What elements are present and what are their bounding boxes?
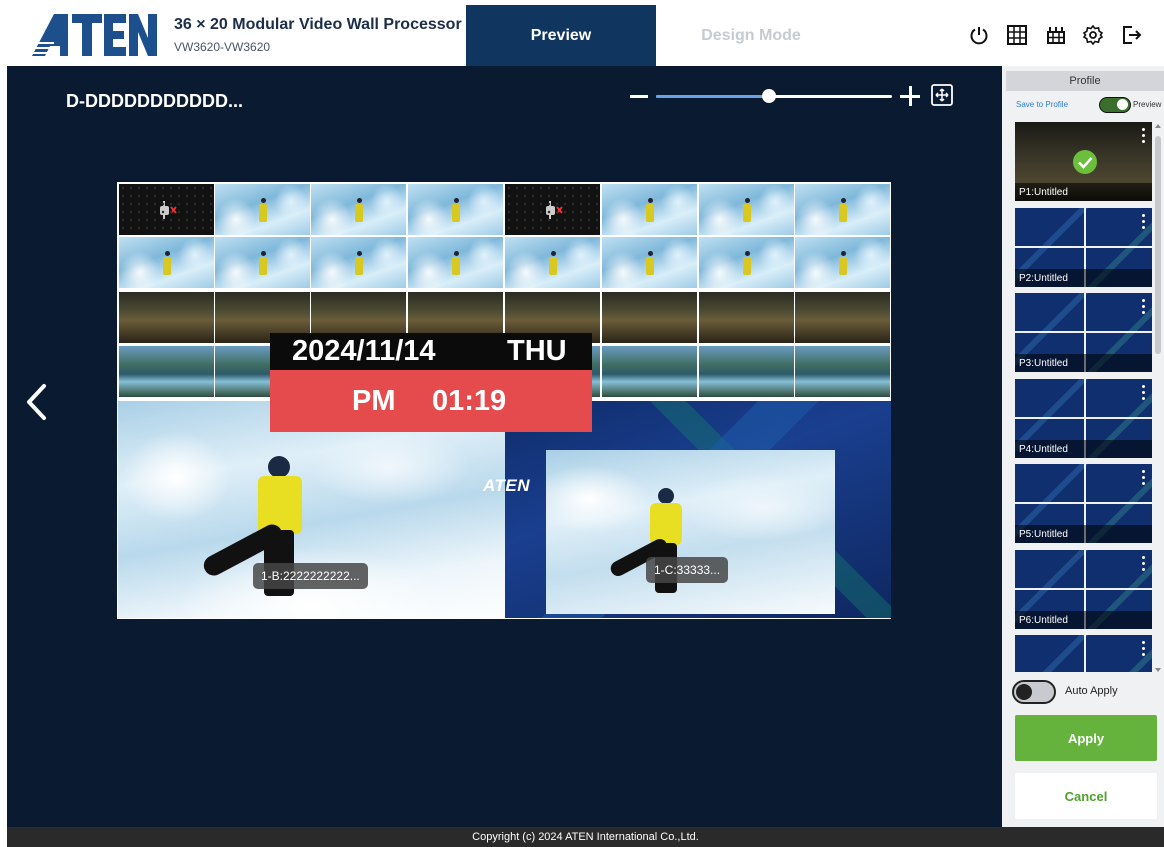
product-model: VW3620-VW3620 xyxy=(174,40,271,54)
weekday-text: THU xyxy=(507,335,567,367)
profile-card[interactable]: P5:Untitled xyxy=(1015,464,1152,543)
more-options-icon[interactable] xyxy=(1142,556,1145,572)
wall-cell[interactable] xyxy=(699,237,794,288)
aten-logo xyxy=(32,12,157,58)
scroll-down-icon[interactable] xyxy=(1155,668,1161,672)
time-text: 01:19 xyxy=(432,385,507,417)
profile-name: P5:Untitled xyxy=(1015,525,1152,543)
skier-image xyxy=(608,488,688,600)
wall-cell[interactable] xyxy=(311,237,406,288)
wall-icon[interactable] xyxy=(1045,24,1067,46)
profile-name: P3:Untitled xyxy=(1015,354,1152,372)
cancel-button[interactable]: Cancel xyxy=(1015,773,1157,819)
save-to-profile-link[interactable]: Save to Profile xyxy=(1016,100,1068,109)
wall-cell[interactable] xyxy=(311,184,406,235)
profile-name: P4:Untitled xyxy=(1015,440,1152,458)
more-options-icon[interactable] xyxy=(1142,385,1145,401)
profile-panel: Profile Save to Profile Preview P1:Untit… xyxy=(1002,66,1164,827)
wall-cell[interactable] xyxy=(408,237,503,288)
more-options-icon[interactable] xyxy=(1142,470,1145,486)
app-header: 36 × 20 Modular Video Wall Processor VW3… xyxy=(0,0,1164,66)
selected-check-icon xyxy=(1073,150,1097,174)
auto-apply-toggle[interactable] xyxy=(1012,680,1056,704)
scroll-up-icon[interactable] xyxy=(1155,124,1161,128)
window-1-b[interactable]: 1-B:2222222222... xyxy=(118,401,505,618)
previous-arrow-icon[interactable] xyxy=(24,383,48,421)
panel-title: Profile xyxy=(1006,71,1164,91)
no-signal-icon xyxy=(546,201,563,219)
wall-cell[interactable] xyxy=(699,346,794,397)
zoom-slider[interactable] xyxy=(656,89,892,103)
profile-card[interactable]: P2:Untitled xyxy=(1015,208,1152,287)
profile-name: P1:Untitled xyxy=(1015,183,1152,201)
wall-cell[interactable] xyxy=(795,292,890,343)
more-options-icon[interactable] xyxy=(1142,214,1145,230)
auto-apply-label: Auto Apply xyxy=(1065,685,1118,697)
preview-toggle-label: Preview xyxy=(1133,100,1162,109)
wall-preview-canvas[interactable]: D-DDDDDDDDDDD... 1-B:2222222222... ATEN … xyxy=(7,66,1002,827)
scrollbar-thumb[interactable] xyxy=(1155,136,1161,354)
wall-cell[interactable] xyxy=(795,346,890,397)
profile-card[interactable]: P6:Untitled xyxy=(1015,550,1152,629)
product-title: 36 × 20 Modular Video Wall Processor xyxy=(174,16,462,33)
video-wall[interactable]: 1-B:2222222222... ATEN 1-C:33333... 2024… xyxy=(117,182,891,619)
more-options-icon[interactable] xyxy=(1142,641,1145,657)
wall-cell[interactable] xyxy=(215,184,310,235)
wall-cell[interactable] xyxy=(215,237,310,288)
wall-cell[interactable] xyxy=(602,292,697,343)
aten-watermark: ATEN xyxy=(483,476,531,495)
settings-icon[interactable] xyxy=(1082,24,1104,46)
tab-preview[interactable]: Preview xyxy=(466,5,656,66)
wall-cell-no-signal[interactable] xyxy=(119,184,214,235)
wall-cell[interactable] xyxy=(119,292,214,343)
wall-cell[interactable] xyxy=(602,184,697,235)
wall-cell[interactable] xyxy=(505,237,600,288)
ampm-text: PM xyxy=(352,385,396,417)
wall-cell-no-signal[interactable] xyxy=(505,184,600,235)
wall-cell[interactable] xyxy=(602,237,697,288)
fit-to-screen-icon[interactable] xyxy=(931,84,953,106)
no-signal-icon xyxy=(160,201,177,219)
footer-copyright: Copyright (c) 2024 ATEN International Co… xyxy=(7,827,1164,847)
profile-card[interactable]: P3:Untitled xyxy=(1015,293,1152,372)
wall-cell[interactable] xyxy=(699,292,794,343)
date-overlay: 2024/11/14 THU xyxy=(270,333,592,370)
zoom-slider-thumb[interactable] xyxy=(762,89,777,103)
more-options-icon[interactable] xyxy=(1142,128,1145,144)
apply-button[interactable]: Apply xyxy=(1015,715,1157,761)
wall-cell[interactable] xyxy=(119,237,214,288)
power-icon[interactable] xyxy=(968,24,990,46)
wall-cell[interactable] xyxy=(602,346,697,397)
profile-name: P2:Untitled xyxy=(1015,269,1152,287)
preview-toggle[interactable] xyxy=(1099,97,1131,113)
wall-name: D-DDDDDDDDDDD... xyxy=(66,91,243,111)
wall-cell[interactable] xyxy=(795,184,890,235)
time-overlay: PM 01:19 xyxy=(270,370,592,432)
wall-cell[interactable] xyxy=(119,346,214,397)
zoom-in-button[interactable] xyxy=(900,85,922,107)
window-label: 1-B:2222222222... xyxy=(253,563,368,589)
window-1-c[interactable]: 1-C:33333... xyxy=(546,450,835,614)
profile-list-scrollbar[interactable] xyxy=(1154,124,1162,672)
profile-card[interactable]: P4:Untitled xyxy=(1015,379,1152,458)
profile-card[interactable] xyxy=(1015,635,1152,672)
left-gutter xyxy=(0,66,7,847)
profile-list[interactable]: P1:Untitled P2:Untitled P3:Untitled P4:U… xyxy=(1015,122,1152,672)
wall-cell[interactable] xyxy=(795,237,890,288)
tab-design-mode[interactable]: Design Mode xyxy=(656,5,846,66)
profile-card[interactable]: P1:Untitled xyxy=(1015,122,1152,201)
wall-cell[interactable] xyxy=(699,184,794,235)
more-options-icon[interactable] xyxy=(1142,299,1145,315)
date-text: 2024/11/14 xyxy=(292,335,436,367)
zoom-slider-fill xyxy=(656,95,770,98)
wall-cell[interactable] xyxy=(408,184,503,235)
grid-icon[interactable] xyxy=(1006,24,1028,46)
profile-name: P6:Untitled xyxy=(1015,611,1152,629)
zoom-out-button[interactable] xyxy=(630,95,648,98)
logout-icon[interactable] xyxy=(1120,24,1142,46)
window-label: 1-C:33333... xyxy=(646,557,729,583)
